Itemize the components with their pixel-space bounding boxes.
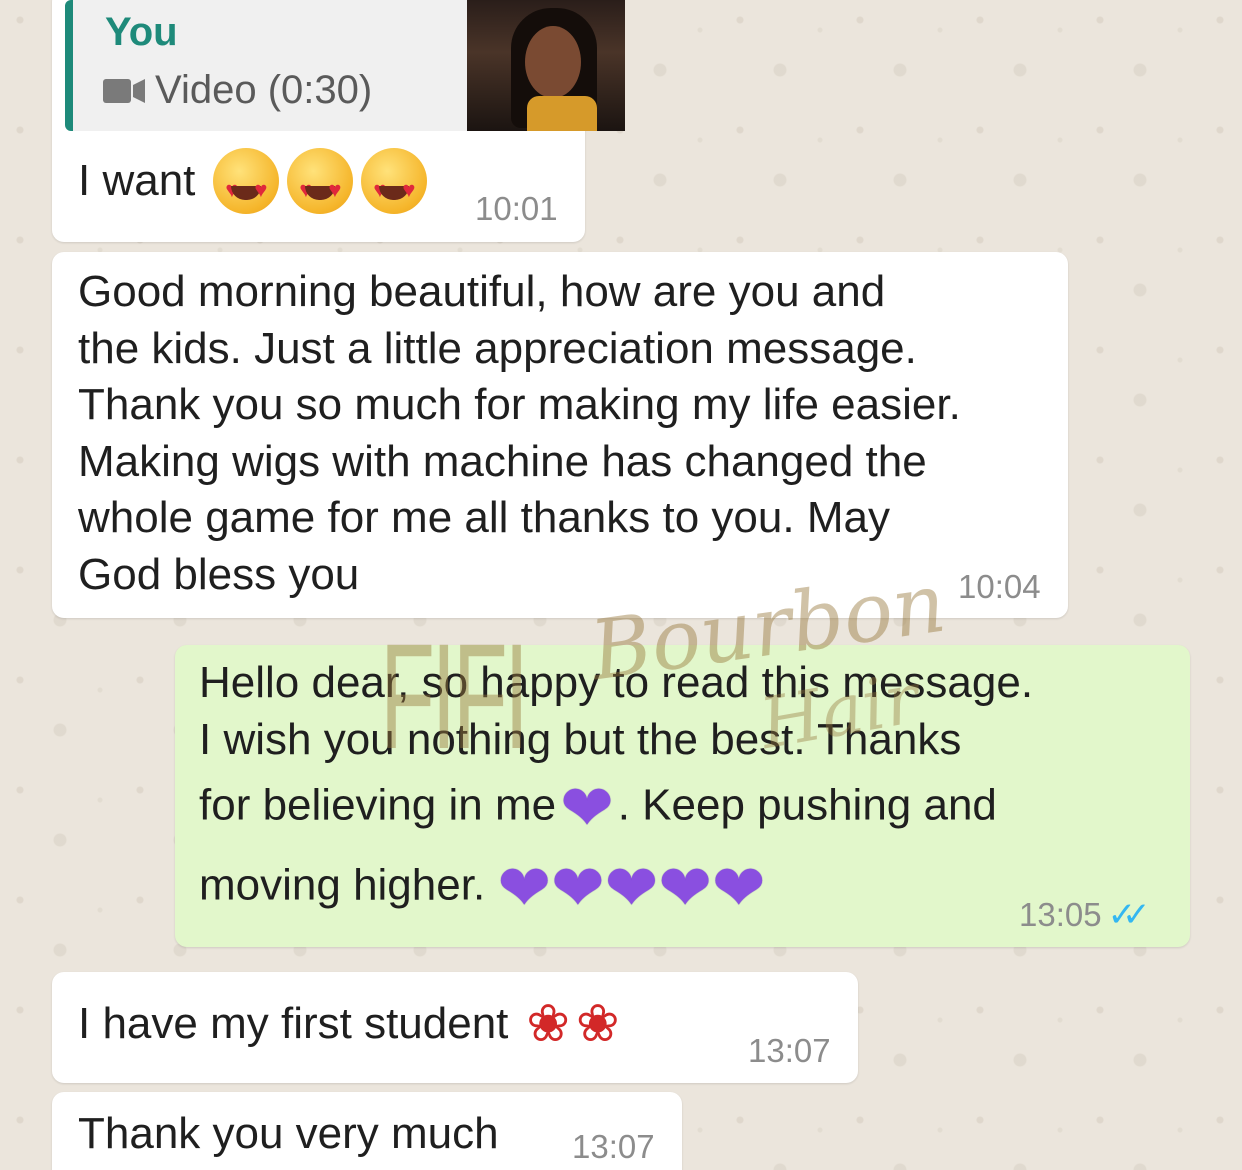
message-meta: 13:05 ✓✓ [1019, 895, 1151, 935]
message-text-m1: I want [78, 148, 428, 219]
purple-heart-emoji-icon: ❤ [658, 852, 712, 924]
message-time: 10:04 [958, 568, 1041, 605]
video-camera-icon [103, 78, 145, 103]
message-line: I wish you nothing but the best. Thanks [199, 714, 962, 764]
message-bubble-m5[interactable]: Thank you very much 13:07 [52, 1092, 682, 1170]
message-body: Thank you very much [78, 1109, 499, 1158]
message-line: God bless you [78, 549, 360, 599]
message-line: for believing in me❤. Keep pushing and [199, 776, 1033, 840]
message-time: 13:07 [572, 1128, 655, 1165]
message-time: 13:07 [748, 1032, 831, 1069]
heart-eyes-emoji-icon [287, 148, 354, 219]
dancer-emoji-icon: ❀ [526, 995, 570, 1053]
message-text-m5: Thank you very much [78, 1106, 499, 1163]
message-text-m2: Good morning beautiful, how are you and … [78, 264, 961, 603]
message-bubble-m4[interactable]: I have my first student ❀ ❀ 13:07 [52, 972, 858, 1083]
quoted-media-label: Video (0:30) [155, 68, 373, 112]
message-fragment: for believing in me [199, 780, 557, 830]
message-fragment: . Keep pushing and [617, 780, 997, 830]
purple-heart-emoji-icon: ❤ [497, 852, 552, 924]
message-bubble-m3[interactable]: Hello dear, so happy to read this messag… [175, 645, 1190, 947]
message-bubble-m1[interactable]: You Video (0:30) I want 10:01 [52, 0, 625, 242]
message-line: the kids. Just a little appreciation mes… [78, 323, 917, 373]
message-body: I want [78, 155, 196, 205]
message-line: whole game for me all thanks to you. May [78, 493, 890, 542]
message-time: 13:05 [1019, 896, 1102, 933]
purple-heart-emoji-icon: ❤ [560, 772, 614, 844]
thumbnail-face [525, 26, 581, 98]
purple-heart-emoji-icon: ❤ [604, 852, 659, 924]
message-line: Hello dear, so happy to read this messag… [199, 658, 1034, 707]
heart-eyes-emoji-icon [213, 148, 280, 219]
message-text-m4: I have my first student ❀ ❀ [78, 996, 620, 1053]
purple-heart-emoji-icon: ❤ [711, 852, 766, 924]
heart-eyes-emoji-icon [361, 148, 428, 219]
message-line: Thank you so much for making my life eas… [78, 380, 961, 429]
message-line: Making wigs with machine has changed the [78, 436, 927, 486]
double-check-icon: ✓✓ [1107, 896, 1151, 934]
purple-heart-emoji-icon: ❤ [551, 852, 605, 924]
video-thumbnail[interactable] [467, 0, 625, 131]
quoted-media-line: Video (0:30) [103, 68, 372, 113]
message-fragment: moving higher. [199, 860, 486, 910]
message-text-m3: Hello dear, so happy to read this messag… [199, 655, 1033, 920]
message-time: 10:01 [475, 190, 558, 227]
quoted-author: You [105, 10, 178, 54]
dancer-emoji-icon: ❀ [575, 995, 620, 1053]
message-body: I have my first student [78, 999, 509, 1048]
message-line: Good morning beautiful, how are you and [78, 267, 886, 316]
quoted-reply[interactable]: You Video (0:30) [65, 0, 625, 131]
message-bubble-m2[interactable]: Good morning beautiful, how are you and … [52, 252, 1068, 618]
message-line: moving higher. ❤❤❤❤❤ [199, 856, 1033, 920]
thumbnail-shirt [527, 96, 597, 131]
